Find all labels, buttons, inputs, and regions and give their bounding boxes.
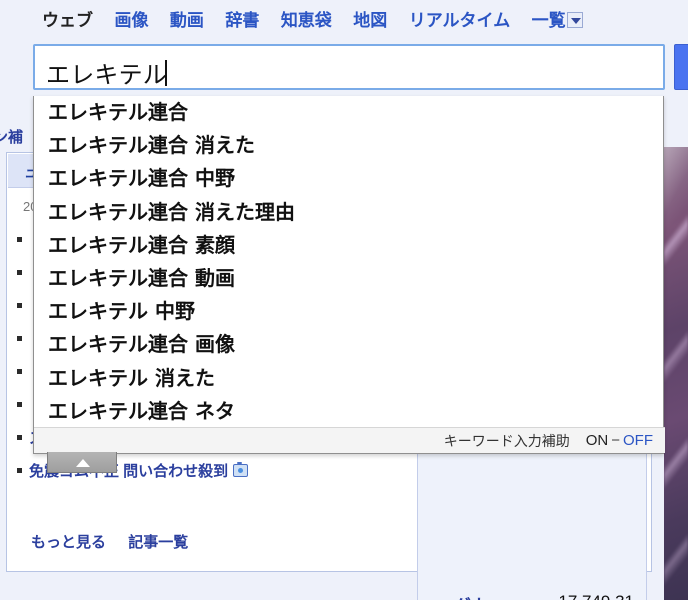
suggestion-item[interactable]: エレキテル連合 動画 <box>34 262 665 295</box>
bullet-icon <box>17 270 22 275</box>
chevron-down-icon[interactable] <box>566 11 583 28</box>
search-button[interactable] <box>674 44 688 90</box>
promo-photo <box>664 147 688 600</box>
nav-item-map[interactable]: 地図 <box>353 6 387 31</box>
bullet-icon <box>17 237 22 242</box>
suggestion-item[interactable]: エレキテル 消えた <box>34 362 665 395</box>
nav-item-images[interactable]: 画像 <box>114 6 148 31</box>
keyword-assist-label: キーワード入力補助 <box>443 433 570 449</box>
bullet-icon <box>17 402 22 407</box>
suggestion-list: エレキテル連合 エレキテル連合 消えた エレキテル連合 中野 エレキテル連合 消… <box>34 96 665 428</box>
search-input[interactable]: エレキテル <box>33 44 665 90</box>
suggestion-item[interactable]: エレキテル連合 中野 <box>34 162 665 195</box>
bullet-icon <box>17 468 22 473</box>
search-page: ロン補 株価 ュ 20 スニーカー復刻 女性に波及も <box>0 0 688 600</box>
nav-item-video[interactable]: 動画 <box>170 6 204 31</box>
stock-name[interactable]: NYダウ <box>430 592 488 600</box>
bullet-icon <box>17 435 22 440</box>
search-suggestions-panel[interactable]: エレキテル連合 エレキテル連合 消えた エレキテル連合 中野 エレキテル連合 消… <box>33 96 665 454</box>
stock-row-nydow: NYダウ 17,749.31 <box>418 592 648 600</box>
camera-icon <box>233 461 249 477</box>
suggestion-item[interactable]: エレキテル連合 消えた <box>34 129 665 162</box>
bullet-icon <box>17 336 22 341</box>
more-link[interactable]: もっと見る <box>31 534 106 551</box>
stock-panel: NYダウ 17,749.31 -145.91 米国ドル 121.27 <box>417 453 647 600</box>
suggestion-item[interactable]: エレキテル連合 消えた理由 <box>34 196 665 229</box>
stock-value: 17,749.31 <box>558 592 634 600</box>
nav-item-web[interactable]: ウェブ <box>42 6 93 31</box>
suggestion-footer: キーワード入力補助 ON − OFF <box>34 427 665 453</box>
nav-item-dictionary[interactable]: 辞書 <box>225 6 259 31</box>
nav-item-realtime[interactable]: リアルタイム <box>409 6 511 31</box>
clipped-left-text: ロン補 <box>0 129 24 146</box>
search-input-value: エレキテル <box>46 61 167 89</box>
keyword-assist-off[interactable]: OFF <box>623 428 653 454</box>
chevron-up-icon[interactable] <box>47 452 117 473</box>
bullet-icon <box>17 303 22 308</box>
suggestion-item[interactable]: エレキテル連合 <box>34 96 665 129</box>
suggestion-item[interactable]: エレキテル 中野 <box>34 295 665 328</box>
suggestion-item[interactable]: エレキテル連合 素顔 <box>34 229 665 262</box>
keyword-assist-separator: − <box>611 432 620 449</box>
keyword-assist-on[interactable]: ON <box>586 428 609 454</box>
suggestion-item[interactable]: エレキテル連合 ネタ <box>34 395 665 428</box>
bullet-icon <box>17 369 22 374</box>
news-card-footer: もっと見る 記事一覧 <box>31 531 206 552</box>
search-vertical-nav: ウェブ 画像 動画 辞書 知恵袋 地図 リアルタイム 一覧 <box>0 6 688 36</box>
article-list-link[interactable]: 記事一覧 <box>128 534 188 551</box>
suggestion-item[interactable]: エレキテル連合 画像 <box>34 328 665 361</box>
text-cursor <box>165 60 167 86</box>
nav-item-all[interactable]: 一覧 <box>532 6 566 31</box>
nav-item-chiebukuro[interactable]: 知恵袋 <box>281 6 332 31</box>
